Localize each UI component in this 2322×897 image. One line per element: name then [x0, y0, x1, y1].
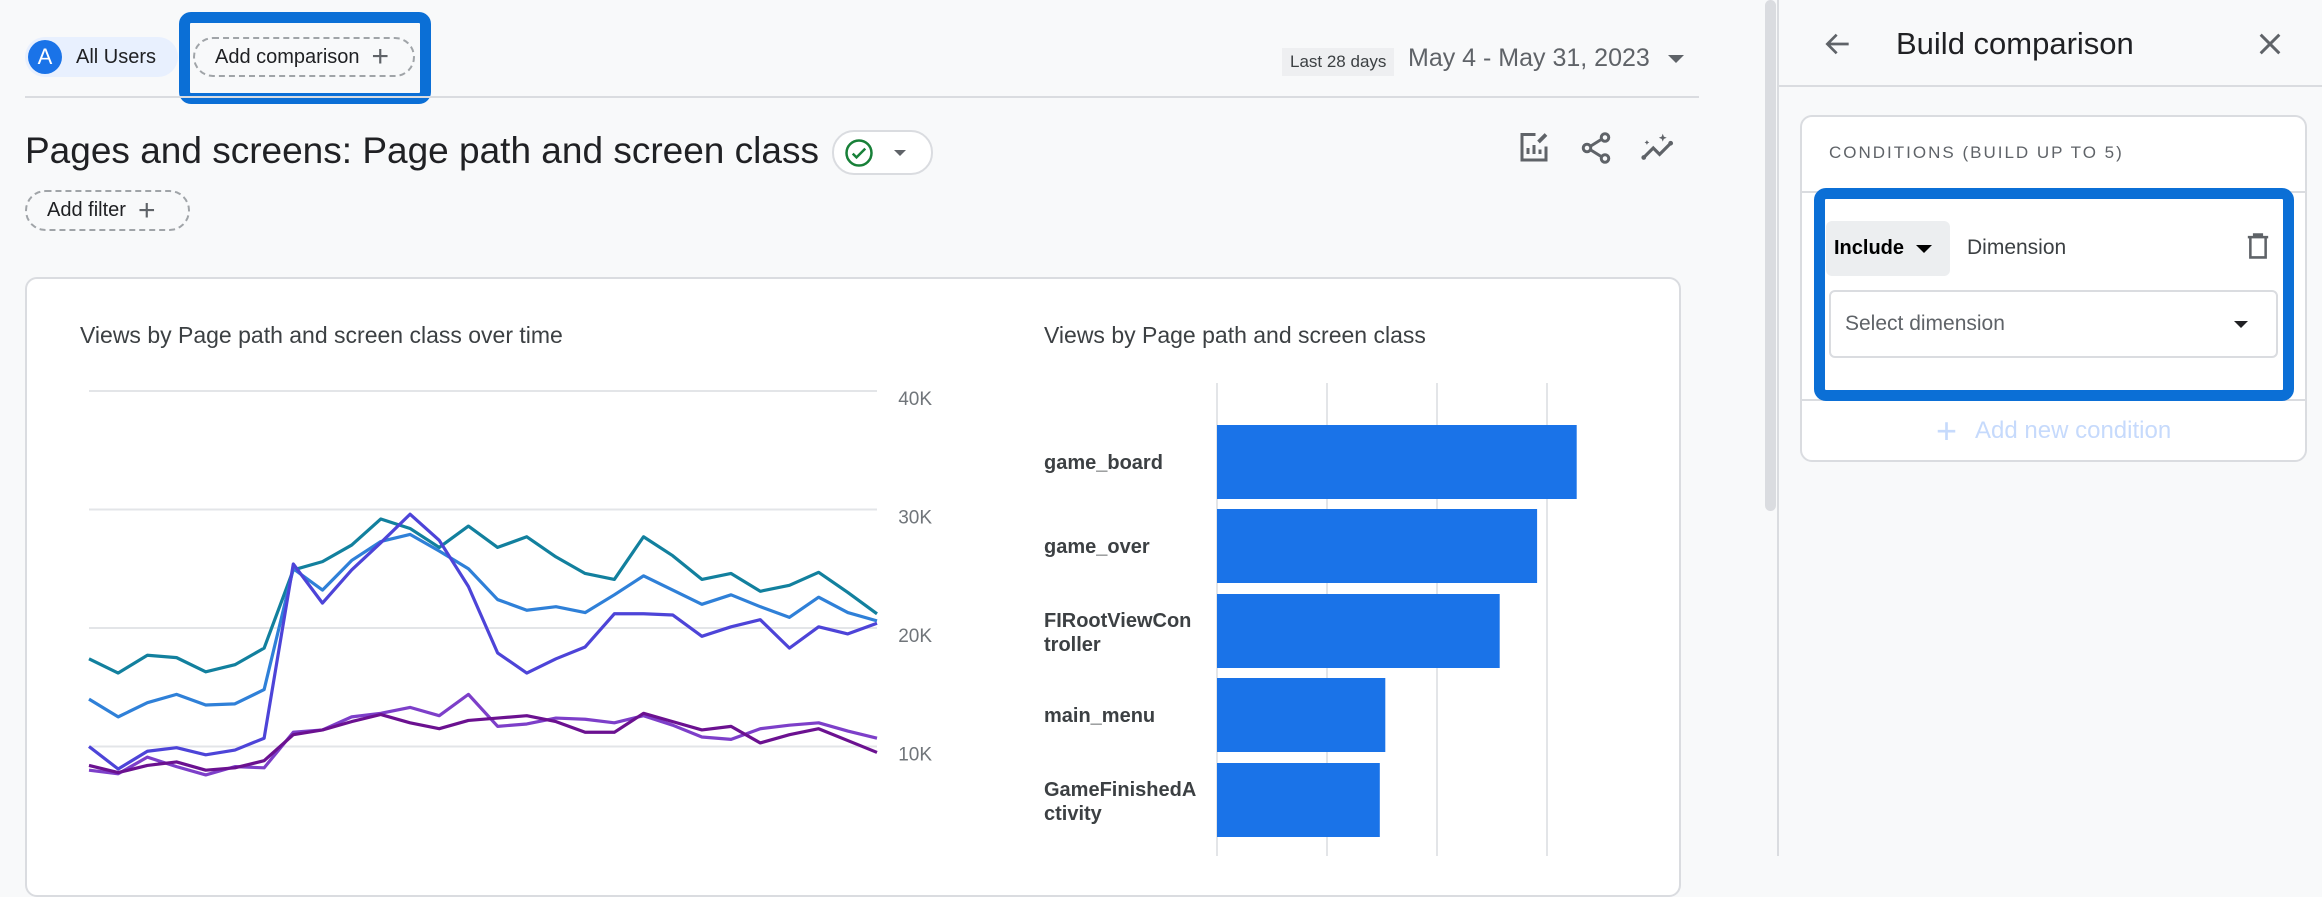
bar-category-label: game_board: [1044, 452, 1163, 474]
add-new-condition-label: Add new condition: [1975, 417, 2172, 444]
back-arrow-icon[interactable]: [1818, 24, 1858, 64]
close-icon[interactable]: [2250, 24, 2290, 64]
bar-main_menu: [1217, 678, 1386, 752]
line-series-1: [88, 517, 878, 675]
bar-category-label: GameFinishedA ctivity: [1044, 779, 1196, 825]
plus-icon: +: [1936, 410, 1958, 451]
line-series-2: [88, 532, 878, 719]
y-tick-label: 40K: [898, 389, 932, 410]
add-new-condition-button[interactable]: + Add new condition: [1936, 413, 2171, 449]
bar-GameFinishedActivity: [1217, 763, 1380, 837]
bar-category-label: FIRootViewCon troller: [1044, 610, 1191, 656]
line-series-5: [88, 711, 878, 775]
highlight-box: [1814, 188, 2294, 401]
panel-header-divider: [1779, 85, 2322, 87]
scrollbar[interactable]: [1765, 0, 1776, 511]
bar-game_over: [1217, 509, 1538, 583]
charts: 010K20K30K40Kgame_boardgame_overFIRootVi…: [88, 383, 1577, 856]
bar-FIRootViewController: [1217, 594, 1500, 668]
panel-title: Build comparison: [1896, 26, 2134, 61]
y-tick-label: 20K: [898, 626, 932, 647]
bar-category-label: game_over: [1044, 536, 1150, 558]
conditions-heading: CONDITIONS (BUILD UP TO 5): [1829, 143, 2124, 162]
y-tick-label: 30K: [898, 508, 932, 529]
bar-category-label: main_menu: [1044, 705, 1155, 727]
bar-game_board: [1217, 425, 1577, 499]
y-tick-label: 10K: [898, 745, 932, 766]
